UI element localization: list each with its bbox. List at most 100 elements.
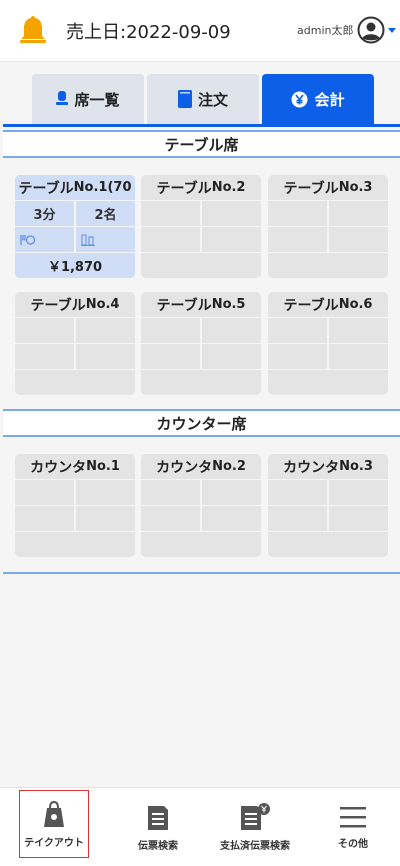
section-title: テーブル席 (164, 135, 239, 154)
section-divider (3, 572, 400, 574)
yen-circle-icon (291, 91, 308, 107)
card-amount (15, 532, 135, 557)
card-cell (76, 318, 135, 343)
card-cell (141, 506, 200, 531)
card-cell (15, 318, 74, 343)
card-cell (141, 344, 200, 369)
card-amount (15, 370, 135, 395)
card-cell (202, 506, 261, 531)
card-cell (268, 506, 327, 531)
dish-icon (20, 234, 36, 245)
user-menu[interactable]: admin太郎 (297, 14, 397, 46)
card-cell (268, 344, 327, 369)
card-cell (141, 318, 200, 343)
card-cell (202, 480, 261, 505)
bottom-nav: テイクアウト 伝票検索 支払済伝票検索 その他 (0, 787, 400, 866)
nav-other[interactable]: その他 (318, 788, 388, 866)
order-book-icon (177, 90, 192, 108)
card-cell (329, 480, 388, 505)
card-cell (329, 318, 388, 343)
card-cell (329, 201, 388, 226)
card-cell (329, 227, 388, 252)
card-cell (268, 318, 327, 343)
table-card-2[interactable]: テーブル No.2 (141, 175, 261, 279)
card-cell (202, 201, 261, 226)
card-title: テーブル No.1(70 (15, 175, 135, 200)
slip-search-icon (148, 806, 168, 830)
tab-label: 席一覧 (74, 90, 120, 109)
people-status-cell (76, 227, 135, 252)
takeout-bag-icon (44, 800, 64, 827)
paid-slip-search-icon (241, 803, 270, 830)
tab-order[interactable]: 注文 (147, 74, 259, 124)
nav-slip-search[interactable]: 伝票検索 (118, 788, 198, 866)
card-cell (202, 227, 261, 252)
card-cell (76, 480, 135, 505)
counter-card-2[interactable]: カウンタ No.2 (141, 454, 261, 558)
user-name: admin太郎 (297, 24, 354, 37)
nav-paid-slip-search[interactable]: 支払済伝票検索 (210, 788, 300, 866)
tabs-underline (3, 124, 400, 127)
tab-label: 注文 (197, 90, 228, 109)
card-cell (141, 201, 200, 226)
table-card-5[interactable]: テーブル No.5 (141, 292, 261, 396)
card-title: カウンタ No.3 (268, 454, 388, 479)
card-title: カウンタ No.2 (141, 454, 261, 479)
tab-label: 会計 (314, 90, 345, 109)
people-icon (81, 234, 95, 246)
app-header: 売上日:2022-09-09 admin太郎 (0, 0, 400, 62)
card-title: テーブル No.6 (268, 292, 388, 317)
card-cell (141, 227, 200, 252)
guest-count: 2名 (76, 201, 135, 226)
section-title: カウンター席 (156, 414, 247, 433)
seat-icon (56, 91, 69, 105)
tab-checkout[interactable]: 会計 (262, 74, 374, 124)
section-counter-seats: カウンター席 (3, 409, 400, 437)
sales-date: 売上日:2022-09-09 (66, 22, 231, 43)
card-title: テーブル No.5 (141, 292, 261, 317)
counter-card-3[interactable]: カウンタ No.3 (268, 454, 388, 558)
card-cell (329, 506, 388, 531)
card-title: カウンタ No.1 (15, 454, 135, 479)
card-cell (329, 344, 388, 369)
tab-seat-list[interactable]: 席一覧 (32, 74, 144, 124)
card-cell (268, 227, 327, 252)
card-title: テーブル No.3 (268, 175, 388, 200)
nav-label: 支払済伝票検索 (220, 841, 290, 852)
table-card-4[interactable]: テーブル No.4 (15, 292, 135, 396)
card-cell (76, 344, 135, 369)
card-cell (268, 480, 327, 505)
card-cell (15, 480, 74, 505)
card-title: テーブル No.2 (141, 175, 261, 200)
elapsed-time: 3分 (15, 201, 74, 226)
avatar-icon (357, 16, 385, 44)
card-cell (268, 201, 327, 226)
table-card-1[interactable]: テーブル No.1(70 3分 2名 ￥1,870 (15, 175, 135, 279)
chevron-down-icon[interactable] (387, 25, 397, 35)
table-card-3[interactable]: テーブル No.3 (268, 175, 388, 279)
card-amount (268, 253, 388, 278)
card-amount (141, 253, 261, 278)
nav-label: テイクアウト (24, 837, 84, 849)
card-amount (268, 370, 388, 395)
card-amount (268, 532, 388, 557)
order-status-cell (15, 227, 74, 252)
bell-icon[interactable] (18, 14, 48, 46)
main-tabs: 席一覧 注文 会計 (32, 74, 374, 124)
card-cell (76, 506, 135, 531)
table-card-6[interactable]: テーブル No.6 (268, 292, 388, 396)
card-cell (202, 344, 261, 369)
card-title: テーブル No.4 (15, 292, 135, 317)
menu-icon (340, 807, 366, 828)
nav-takeout[interactable]: テイクアウト (19, 790, 89, 858)
counter-card-1[interactable]: カウンタ No.1 (15, 454, 135, 558)
card-amount (141, 370, 261, 395)
section-table-seats: テーブル席 (3, 130, 400, 158)
nav-label: その他 (338, 839, 368, 850)
card-amount: ￥1,870 (15, 253, 135, 278)
card-cell (15, 344, 74, 369)
card-cell (141, 480, 200, 505)
card-amount (141, 532, 261, 557)
card-cell (15, 506, 74, 531)
nav-label: 伝票検索 (138, 841, 178, 852)
